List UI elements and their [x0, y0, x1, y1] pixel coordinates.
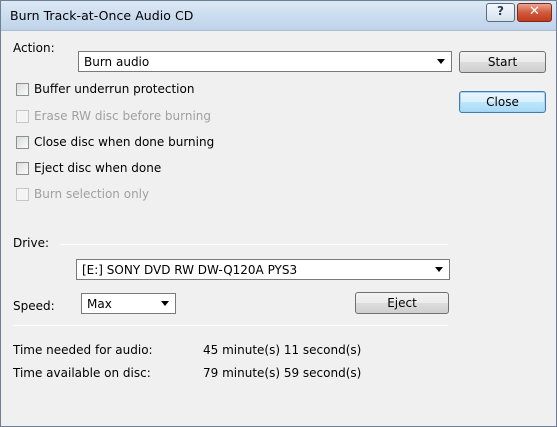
- drive-label: Drive:: [13, 236, 50, 250]
- action-label: Action:: [13, 41, 55, 55]
- option-label: Eject disc when done: [34, 161, 162, 175]
- title-bar[interactable]: Burn Track-at-Once Audio CD ? ✕: [1, 1, 556, 31]
- option-label: Burn selection only: [34, 187, 150, 201]
- option-label: Buffer underrun protection: [34, 82, 195, 96]
- close-icon: ✕: [529, 4, 540, 19]
- eject-button[interactable]: Eject: [355, 292, 449, 314]
- time-available-value: 79 minute(s) 59 second(s): [203, 366, 362, 380]
- help-icon: ?: [497, 4, 504, 18]
- help-button[interactable]: ?: [486, 3, 515, 22]
- time-needed-label: Time needed for audio:: [13, 343, 153, 357]
- checkbox: [16, 110, 29, 123]
- checkbox[interactable]: [16, 83, 29, 96]
- checkbox[interactable]: [16, 162, 29, 175]
- window-close-button[interactable]: ✕: [517, 3, 552, 22]
- drive-dropdown[interactable]: [E:] SONY DVD RW DW-Q120A PYS3: [76, 259, 450, 280]
- drive-dropdown-value: [E:] SONY DVD RW DW-Q120A PYS3: [82, 263, 298, 277]
- time-needed-value: 45 minute(s) 11 second(s): [203, 343, 362, 357]
- drive-separator: [60, 244, 448, 245]
- speed-dropdown-value: Max: [87, 297, 112, 311]
- speed-dropdown[interactable]: Max: [81, 293, 176, 314]
- start-button[interactable]: Start: [459, 51, 546, 73]
- close-button[interactable]: Close: [459, 91, 546, 113]
- chevron-down-icon: [437, 59, 445, 64]
- checkbox[interactable]: [16, 136, 29, 149]
- window-title: Burn Track-at-Once Audio CD: [10, 8, 194, 23]
- speed-label: Speed:: [13, 299, 55, 313]
- info-separator: [13, 325, 448, 326]
- checkbox: [16, 188, 29, 201]
- time-available-label: Time available on disc:: [13, 366, 151, 380]
- action-dropdown-value: Burn audio: [84, 55, 150, 69]
- chevron-down-icon: [161, 301, 169, 306]
- action-dropdown[interactable]: Burn audio: [78, 51, 452, 72]
- dialog-window: Burn Track-at-Once Audio CD ? ✕ Action: …: [0, 0, 557, 427]
- option-label: Close disc when done burning: [34, 135, 215, 149]
- option-label: Erase RW disc before burning: [34, 109, 212, 123]
- chevron-down-icon: [435, 267, 443, 272]
- dialog-body: Action: Burn audio Start Close Buffer un…: [2, 31, 555, 426]
